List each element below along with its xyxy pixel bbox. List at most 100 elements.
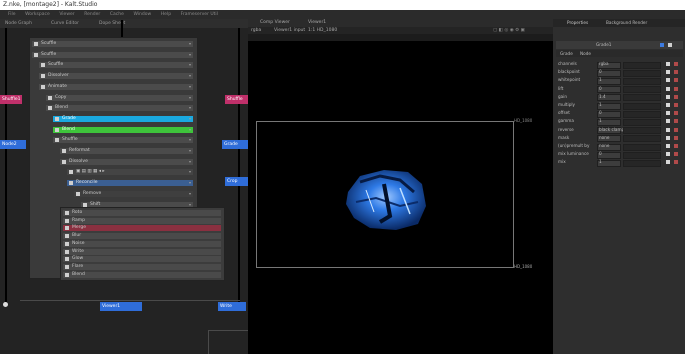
- animation-icon[interactable]: [674, 160, 678, 165]
- menu-item[interactable]: Shuffle ▾: [53, 137, 193, 144]
- submenu-item[interactable]: Write: [63, 248, 221, 255]
- animation-icon[interactable]: [674, 70, 678, 75]
- submenu-item[interactable]: Blur: [63, 233, 221, 240]
- animation-icon[interactable]: [674, 152, 678, 157]
- tab-node-graph[interactable]: Node Graph: [2, 20, 35, 27]
- checkbox-icon[interactable]: [65, 257, 69, 262]
- color-picker-icon[interactable]: [666, 119, 670, 124]
- node-write[interactable]: Write: [218, 302, 246, 311]
- property-slider[interactable]: [623, 143, 661, 151]
- submenu-item[interactable]: Merge: [63, 225, 221, 232]
- property-slider[interactable]: [623, 94, 661, 102]
- dot-node[interactable]: [3, 302, 8, 307]
- color-picker-icon[interactable]: [666, 70, 670, 75]
- checkbox-icon[interactable]: [69, 170, 73, 175]
- menu-item[interactable]: Remove ▾: [74, 190, 193, 197]
- node-viewer1[interactable]: Viewer1: [100, 302, 142, 311]
- property-slider[interactable]: [623, 69, 661, 77]
- color-picker-icon[interactable]: [666, 127, 670, 132]
- viewer-tool-icons[interactable]: ▢ ◧ ◎ ◉ ⚙ ▣: [493, 27, 525, 34]
- node-shuffle[interactable]: Shuffle: [225, 95, 248, 104]
- close-icon[interactable]: [668, 43, 672, 47]
- menu-item[interactable]: Blend ▾: [46, 105, 193, 112]
- tab-properties[interactable]: Properties: [567, 19, 588, 27]
- menu-item[interactable]: Dissolver ▾: [39, 73, 193, 80]
- menu-item[interactable]: Scuffle ▾: [32, 41, 193, 47]
- node-submenu[interactable]: Roto Ramp Merge Blur Noise Write Glow Flare Blen…: [60, 207, 225, 281]
- color-picker-icon[interactable]: [666, 144, 670, 148]
- checkbox-icon[interactable]: [41, 74, 45, 79]
- checkbox-icon[interactable]: [62, 159, 66, 164]
- submenu-item[interactable]: Flare: [63, 263, 221, 270]
- tab-curve-editor[interactable]: Curve Editor: [48, 20, 82, 27]
- submenu-item[interactable]: Blend: [63, 271, 221, 278]
- submenu-item[interactable]: Noise: [63, 240, 221, 247]
- menu-viewer[interactable]: Viewer: [59, 10, 74, 19]
- checkbox-icon[interactable]: [65, 241, 69, 246]
- property-slider[interactable]: [623, 61, 661, 69]
- checkbox-icon[interactable]: [55, 116, 59, 121]
- node-crop[interactable]: Crop: [225, 177, 248, 186]
- submenu-item[interactable]: Ramp: [63, 217, 221, 224]
- checkbox-icon[interactable]: [65, 264, 69, 269]
- menu-item[interactable]: Blend ▾: [53, 126, 193, 133]
- animation-icon[interactable]: [674, 86, 678, 91]
- animation-icon[interactable]: [674, 62, 678, 66]
- tab-viewer1[interactable]: Viewer1: [308, 19, 326, 27]
- property-slider[interactable]: [623, 135, 661, 143]
- tab-background-render[interactable]: Background Render: [606, 19, 647, 27]
- color-picker-icon[interactable]: [666, 103, 670, 107]
- subtab-grade[interactable]: Grade: [560, 50, 573, 57]
- menu-item[interactable]: Scuffle ▾: [39, 62, 193, 69]
- animation-icon[interactable]: [674, 135, 678, 140]
- checkbox-icon[interactable]: [34, 42, 38, 46]
- property-slider[interactable]: [623, 118, 661, 126]
- checkbox-icon[interactable]: [41, 84, 45, 89]
- color-picker-icon[interactable]: [666, 86, 670, 91]
- checkbox-icon[interactable]: [65, 272, 69, 277]
- property-slider[interactable]: [623, 77, 661, 85]
- color-picker-icon[interactable]: [666, 62, 670, 66]
- checkbox-icon[interactable]: [65, 218, 69, 223]
- checkbox-icon[interactable]: [65, 234, 69, 239]
- color-picker-icon[interactable]: [666, 78, 670, 83]
- submenu-item[interactable]: Roto: [63, 210, 221, 216]
- menu-item[interactable]: Reformat ▾: [60, 148, 193, 154]
- menu-window[interactable]: Window: [133, 10, 151, 19]
- menu-item[interactable]: Dissolve ▾: [60, 158, 193, 165]
- property-slider[interactable]: [623, 86, 661, 94]
- menu-item[interactable]: ▣ ▤ ▥ ▦ ◂ ▸ ▾: [67, 169, 193, 176]
- property-slider[interactable]: [623, 127, 661, 135]
- checkbox-icon[interactable]: [48, 106, 52, 111]
- animation-icon[interactable]: [674, 127, 678, 132]
- checkbox-icon[interactable]: [48, 95, 52, 100]
- animation-icon[interactable]: [674, 119, 678, 124]
- checkbox-icon[interactable]: [65, 249, 69, 254]
- property-slider[interactable]: [623, 159, 661, 167]
- channel-select[interactable]: rgba: [251, 27, 261, 34]
- animation-icon[interactable]: [674, 144, 678, 148]
- menu-item[interactable]: Grade ▾: [53, 115, 193, 122]
- menu-file[interactable]: File: [8, 10, 16, 19]
- color-picker-icon[interactable]: [666, 160, 670, 165]
- checkbox-icon[interactable]: [34, 52, 38, 57]
- animation-icon[interactable]: [674, 111, 678, 116]
- animation-icon[interactable]: [674, 103, 678, 107]
- tab-comp-viewer[interactable]: Comp Viewer: [260, 19, 290, 27]
- checkbox-icon[interactable]: [76, 191, 80, 196]
- color-swatch-icon[interactable]: [660, 43, 664, 47]
- node-grade[interactable]: Grade: [222, 140, 248, 149]
- property-slider[interactable]: [623, 151, 661, 159]
- color-picker-icon[interactable]: [666, 94, 670, 99]
- viewer-input-select[interactable]: Viewer1 input: [274, 27, 305, 34]
- animation-icon[interactable]: [674, 94, 678, 99]
- property-slider[interactable]: [623, 110, 661, 118]
- checkbox-icon[interactable]: [65, 226, 69, 231]
- property-slider[interactable]: [623, 102, 661, 110]
- checkbox-icon[interactable]: [41, 63, 45, 68]
- menu-workspace[interactable]: Workspace: [25, 10, 50, 19]
- checkbox-icon[interactable]: [69, 181, 73, 186]
- checkbox-icon[interactable]: [55, 127, 59, 132]
- animation-icon[interactable]: [674, 78, 678, 83]
- checkbox-icon[interactable]: [83, 202, 87, 207]
